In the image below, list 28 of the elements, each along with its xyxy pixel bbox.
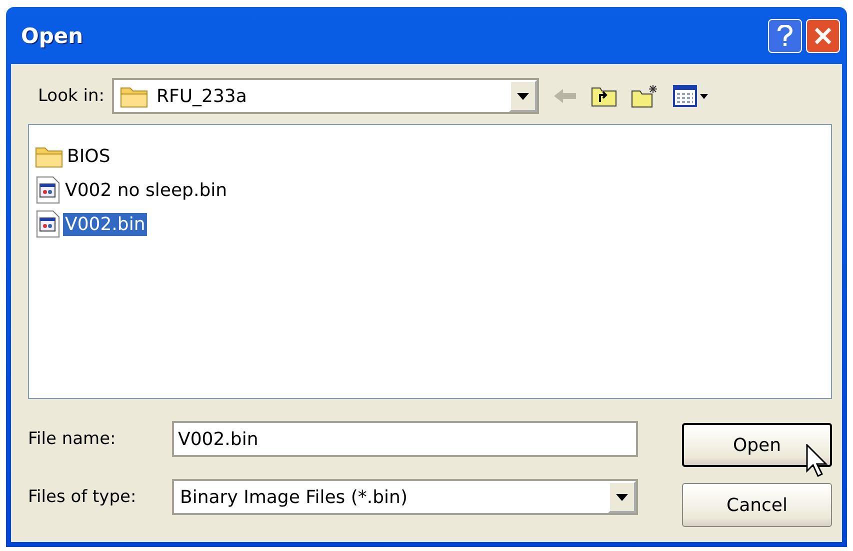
dropdown-button[interactable] [608, 481, 636, 513]
dropdown-button[interactable] [509, 80, 538, 112]
file-type-dropdown[interactable]: Binary Image Files (*.bin) [172, 479, 638, 515]
look-in-label: Look in: [38, 86, 104, 106]
file-name-field[interactable]: V002.bin [172, 421, 638, 457]
file-icon [35, 210, 61, 238]
file-item[interactable]: V002.bin [63, 212, 148, 236]
up-folder-icon[interactable] [591, 85, 618, 107]
file-name-label: File name: [27, 429, 117, 449]
cursor-icon [806, 444, 828, 478]
file-item[interactable]: BIOS [65, 144, 112, 168]
dialog-button[interactable]: Cancel [682, 483, 832, 527]
window-title: Open [21, 24, 84, 48]
help-button[interactable] [768, 18, 802, 52]
dialog-button[interactable]: Open [682, 423, 832, 467]
file-icon [35, 176, 61, 204]
look-in-dropdown[interactable]: RFU_233a [112, 78, 540, 114]
file-type-value: Binary Image Files (*.bin) [180, 486, 408, 508]
new-folder-icon[interactable] [631, 84, 660, 108]
look-in-value: RFU_233a [156, 86, 247, 106]
help-icon [777, 24, 793, 46]
view-menu-icon[interactable] [673, 85, 710, 107]
close-icon [813, 26, 833, 46]
caret-icon [517, 92, 530, 100]
file-type-label: Files of type: [27, 487, 138, 507]
caret-icon [616, 494, 628, 500]
close-button[interactable] [806, 18, 840, 52]
file-item[interactable]: V002 no sleep.bin [63, 178, 230, 202]
